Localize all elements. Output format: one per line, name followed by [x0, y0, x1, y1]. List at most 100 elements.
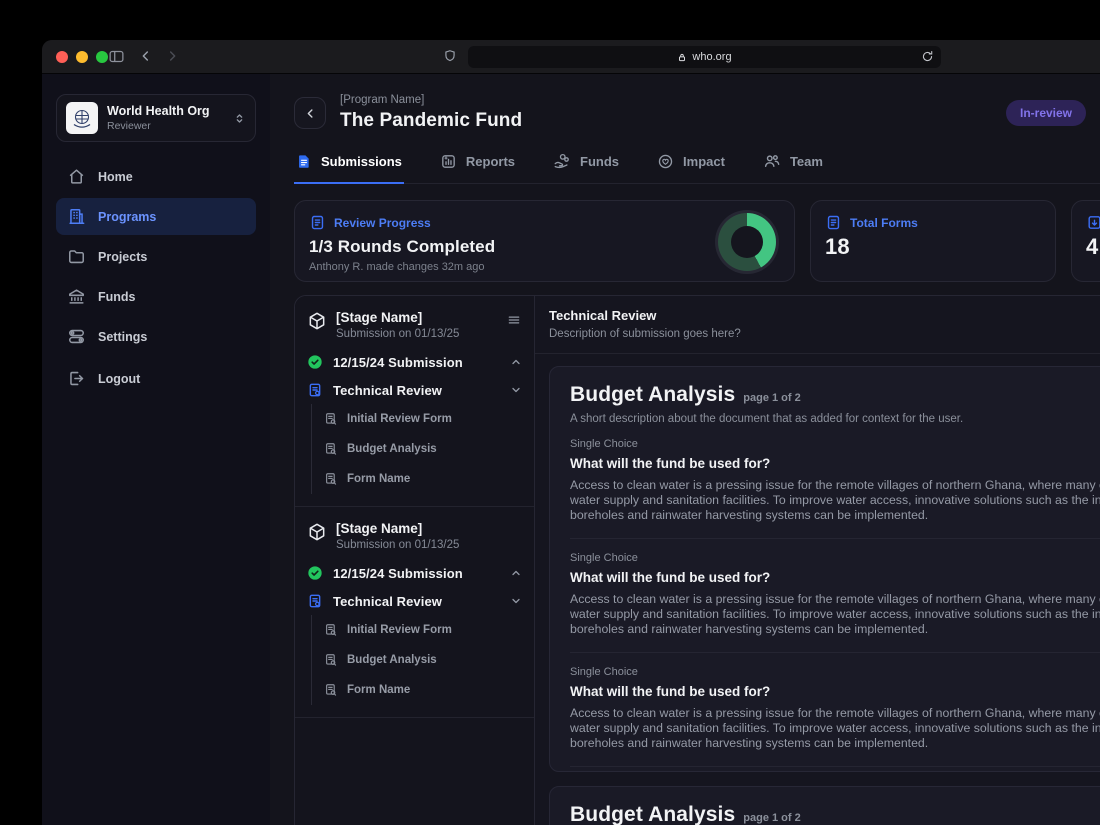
form-search-icon [324, 412, 338, 426]
chevron-down-icon[interactable] [510, 595, 522, 607]
form-icon [307, 382, 323, 398]
minimize-window-button[interactable] [76, 51, 88, 63]
sidebar-item-programs[interactable]: Programs [56, 198, 256, 235]
form-item[interactable]: Form Name [312, 675, 524, 705]
desktop-background: who.org World Health Org Reviewer Home P… [0, 0, 1100, 825]
submission-row[interactable]: 12/15/24 Submission [305, 565, 524, 581]
org-switcher[interactable]: World Health Org Reviewer [56, 94, 256, 142]
stage-header: [Stage Name] Submission on 01/13/25 [305, 308, 524, 340]
submissions-tree: [Stage Name] Submission on 01/13/25 12/1… [295, 296, 535, 825]
zoom-window-button[interactable] [96, 51, 108, 63]
address-bar[interactable]: who.org [468, 46, 941, 68]
stat-value: 1/3 Rounds Completed [309, 237, 496, 256]
form-item[interactable]: Initial Review Form [312, 615, 524, 645]
tab-label: Team [789, 153, 823, 169]
browser-window: who.org World Health Org Reviewer Home P… [42, 40, 1100, 825]
submissions-panel: [Stage Name] Submission on 01/13/25 12/1… [294, 295, 1100, 825]
stage-cube-icon [307, 311, 327, 331]
form-label: Form Name [347, 684, 411, 696]
form-icon [309, 214, 326, 231]
stage-name: [Stage Name] [336, 310, 423, 325]
document-icon [296, 153, 312, 170]
detail-body: Budget Analysis page 1 of 2 A short desc… [535, 354, 1100, 825]
form-search-icon [324, 653, 338, 667]
sidebar-item-projects[interactable]: Projects [56, 238, 256, 275]
chevron-up-icon[interactable] [510, 567, 522, 579]
form-item[interactable]: Form Name [312, 464, 524, 494]
building-icon [67, 207, 86, 226]
menu-icon[interactable] [506, 310, 522, 327]
privacy-shield-icon[interactable] [443, 48, 457, 64]
review-row[interactable]: Technical Review [305, 593, 524, 609]
form-item[interactable]: Budget Analysis [312, 645, 524, 675]
question-block: Single Choice What will the fund be used… [570, 539, 1100, 653]
submission-label: 12/15/24 Submission [333, 354, 463, 370]
logout-icon [67, 369, 86, 388]
submission-label: 12/15/24 Submission [333, 565, 463, 581]
sidebar-toggle-icon[interactable] [108, 48, 125, 65]
tab-submissions[interactable]: Submissions [294, 148, 404, 184]
sidebar-item-label: Projects [98, 249, 148, 264]
submission-row[interactable]: 12/15/24 Submission [305, 354, 524, 370]
sidebar-item-logout[interactable]: Logout [56, 360, 256, 397]
review-row[interactable]: Technical Review [305, 382, 524, 398]
question-type: Single Choice [570, 552, 638, 564]
form-icon [307, 593, 323, 609]
sidebar-item-label: Programs [98, 209, 157, 224]
question-text: What will the fund be used for? [570, 570, 771, 585]
url-text: who.org [692, 51, 732, 63]
question-block: Single Choice What will the fund be used… [570, 425, 1100, 539]
reload-icon[interactable] [921, 50, 934, 63]
sidebar-nav: Home Programs Projects Funds Settings Lo… [56, 158, 256, 397]
stage-meta: Submission on 01/13/25 [336, 539, 460, 551]
tab-reports[interactable]: Reports [438, 148, 517, 184]
tab-bar: Submissions Reports Funds Impact Team [294, 148, 1100, 184]
sidebar-item-funds[interactable]: Funds [56, 278, 256, 315]
check-circle-icon [307, 565, 323, 581]
detail-subtitle: Description of submission goes here? [549, 328, 741, 340]
form-item[interactable]: Initial Review Form [312, 404, 524, 434]
form-list: Initial Review Form Budget Analysis Form… [311, 404, 524, 494]
heart-circle-icon [657, 153, 674, 170]
browser-forward-button[interactable] [164, 48, 180, 64]
people-icon [763, 152, 781, 170]
question-answer: Access to clean water is a pressing issu… [570, 706, 1100, 750]
sidebar-item-home[interactable]: Home [56, 158, 256, 195]
document-page: page 1 of 2 [743, 812, 801, 824]
document-description: A short description about the document t… [570, 413, 964, 425]
review-label: Technical Review [333, 593, 443, 609]
browser-back-button[interactable] [138, 48, 154, 64]
question-text: What will the fund be used for? [570, 684, 771, 699]
document-page: page 1 of 2 [743, 392, 801, 404]
document-title: Budget Analysis [570, 383, 736, 406]
page-title: The Pandemic Fund [340, 110, 523, 131]
progress-donut [718, 213, 776, 271]
stage-cube-icon [307, 522, 327, 542]
document-card: Budget Analysis page 1 of 2 A short desc… [549, 786, 1100, 825]
form-label: Budget Analysis [347, 443, 437, 455]
close-window-button[interactable] [56, 51, 68, 63]
window-controls [56, 51, 108, 63]
sidebar-item-settings[interactable]: Settings [56, 318, 256, 355]
stage-meta: Submission on 01/13/25 [336, 328, 460, 340]
form-label: Initial Review Form [347, 413, 452, 425]
chevron-up-icon[interactable] [510, 356, 522, 368]
sidebar-item-label: Home [98, 169, 133, 184]
app-root: World Health Org Reviewer Home Programs [42, 74, 1100, 825]
check-circle-icon [307, 354, 323, 370]
tab-team[interactable]: Team [761, 148, 825, 184]
form-search-icon [324, 472, 338, 486]
tab-impact[interactable]: Impact [655, 148, 727, 184]
hand-coins-icon [553, 152, 571, 170]
folder-icon [67, 247, 86, 266]
tab-funds[interactable]: Funds [551, 148, 621, 184]
program-name-label: [Program Name] [340, 94, 425, 106]
sidebar-item-label: Logout [98, 371, 141, 386]
form-item[interactable]: Budget Analysis [312, 434, 524, 464]
stat-value: 4 [1086, 234, 1099, 259]
main-content: [Program Name] The Pandemic Fund In-revi… [270, 74, 1100, 825]
back-button[interactable] [294, 97, 326, 129]
chevron-down-icon[interactable] [510, 384, 522, 396]
tab-label: Reports [465, 153, 516, 169]
chevron-up-down-icon [233, 112, 246, 125]
